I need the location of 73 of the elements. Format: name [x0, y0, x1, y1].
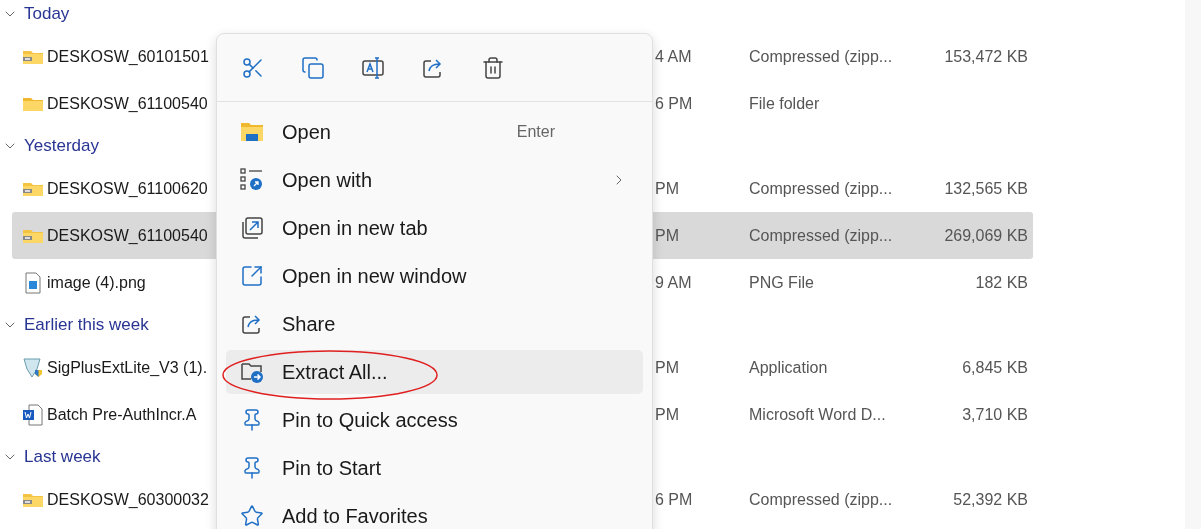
- file-size: 269,069 KB: [943, 225, 1028, 246]
- star-icon: [240, 504, 264, 528]
- menu-item[interactable]: Add to Favorites: [226, 494, 643, 529]
- menu-item[interactable]: Pin to Quick access: [226, 398, 643, 442]
- external-window-icon: [240, 264, 264, 288]
- copy-icon: [301, 55, 325, 80]
- file-date: PM: [654, 357, 680, 378]
- shortcut-label: Enter: [516, 122, 555, 142]
- file-type: File folder: [749, 93, 821, 114]
- file-size: 132,565 KB: [943, 178, 1028, 199]
- new-tab-icon: [240, 216, 264, 240]
- file-name: DESKOSW_61100620: [47, 178, 208, 199]
- menu-item[interactable]: Open with: [226, 158, 643, 202]
- file-name: Batch Pre-AuthIncr.A: [47, 404, 197, 425]
- menu-item[interactable]: Share: [226, 302, 643, 346]
- file-row[interactable]: image (4).png: [12, 259, 216, 306]
- file-row[interactable]: DESKOSW_61100620: [12, 165, 216, 212]
- installer-icon: [21, 356, 44, 379]
- file-row-details[interactable]: 6 PM File folder: [653, 80, 1033, 127]
- folder-arrow-icon: [240, 360, 264, 384]
- file-name: DESKOSW_61100540: [47, 225, 208, 246]
- file-type: Compressed (zipp...: [749, 489, 894, 510]
- file-type: PNG File: [749, 272, 815, 293]
- file-row-details[interactable]: PM Microsoft Word D... 3,710 KB: [653, 391, 1033, 438]
- file-name: SigPlusExtLite_V3 (1).: [47, 357, 208, 378]
- scissors-icon: [241, 55, 265, 80]
- file-row[interactable]: DESKOSW_60101501: [12, 33, 216, 80]
- file-row-details[interactable]: PM Application 6,845 KB: [653, 344, 1033, 391]
- file-type: Microsoft Word D...: [749, 404, 887, 425]
- file-date: 6 PM: [654, 489, 694, 510]
- file-row[interactable]: DESKOSW_61100540: [12, 212, 216, 259]
- file-name: DESKOSW_60300032: [47, 489, 209, 510]
- menu-item[interactable]: Pin to Start: [226, 446, 643, 490]
- file-date: 4 AM: [654, 46, 693, 67]
- file-date: PM: [654, 178, 680, 199]
- menu-item[interactable]: Open in new window: [226, 254, 643, 298]
- file-type: Compressed (zipp...: [749, 178, 894, 199]
- file-row[interactable]: DESKOSW_61100540: [12, 80, 216, 127]
- file-size: 6,845 KB: [961, 357, 1028, 378]
- group-header[interactable]: Yesterday: [0, 127, 99, 165]
- rename-icon: [361, 55, 385, 80]
- file-type: Compressed (zipp...: [749, 46, 894, 67]
- file-type: Compressed (zipp...: [749, 225, 894, 246]
- word-document-icon: [21, 403, 44, 426]
- file-date: 9 AM: [654, 272, 693, 293]
- file-size: 3,710 KB: [961, 404, 1028, 425]
- file-name: DESKOSW_61100540: [47, 93, 208, 114]
- file-row[interactable]: Batch Pre-AuthIncr.A: [12, 391, 216, 438]
- menu-item[interactable]: Extract All...: [226, 350, 643, 394]
- file-size: 153,472 KB: [943, 46, 1028, 67]
- file-row-details[interactable]: PM Compressed (zipp... 132,565 KB: [653, 165, 1033, 212]
- folder-icon: [240, 120, 264, 144]
- trash-icon: [481, 55, 505, 80]
- file-size: 182 KB: [974, 272, 1028, 293]
- menu-item[interactable]: Open Enter: [226, 110, 643, 154]
- menu-item[interactable]: Open in new tab: [226, 206, 643, 250]
- file-date: 6 PM: [654, 93, 694, 114]
- file-date: PM: [654, 225, 680, 246]
- file-row-details[interactable]: 4 AM Compressed (zipp... 153,472 KB: [653, 33, 1033, 80]
- file-row-details[interactable]: 6 PM Compressed (zipp... 52,392 KB: [653, 476, 1033, 523]
- file-row[interactable]: DESKOSW_60300032: [12, 476, 216, 523]
- file-name: image (4).png: [47, 272, 146, 293]
- file-type: Application: [749, 357, 829, 378]
- group-header[interactable]: Last week: [0, 438, 101, 476]
- file-size: 52,392 KB: [952, 489, 1028, 510]
- file-date: PM: [654, 404, 680, 425]
- app-list-icon: [240, 168, 264, 192]
- file-row-details[interactable]: 9 AM PNG File 182 KB: [653, 259, 1033, 306]
- group-header[interactable]: Earlier this week: [0, 306, 149, 344]
- group-header[interactable]: Today: [0, 0, 70, 33]
- file-row-details[interactable]: PM Compressed (zipp... 269,069 KB: [653, 212, 1033, 259]
- file-row[interactable]: SigPlusExtLite_V3 (1).: [12, 344, 216, 391]
- file-name: DESKOSW_60101501: [47, 46, 209, 67]
